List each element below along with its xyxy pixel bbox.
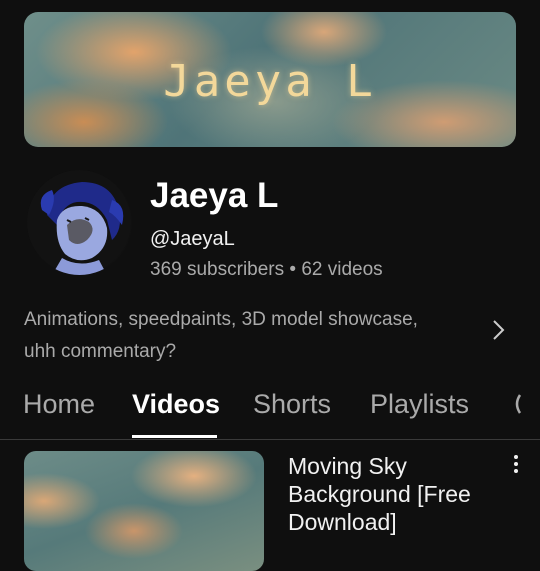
video-count: 62 videos: [301, 259, 383, 280]
stats-separator: •: [289, 259, 297, 280]
channel-stats: 369 subscribers • 62 videos: [150, 259, 383, 281]
channel-banner: Jaeya L: [24, 12, 516, 147]
banner-title: Jaeya L: [163, 56, 377, 107]
channel-name: Jaeya L: [150, 176, 279, 215]
partial-tab-glyph-icon: [515, 394, 522, 414]
tab-playlists[interactable]: Playlists: [370, 389, 469, 420]
chevron-right-icon[interactable]: [486, 316, 510, 344]
video-thumbnail[interactable]: [24, 451, 264, 571]
video-title[interactable]: Moving Sky Background [Free Download]: [288, 452, 493, 536]
channel-tabs: Home Videos Shorts Playlists: [0, 385, 540, 440]
subscriber-count: 369 subscribers: [150, 259, 285, 280]
tab-videos[interactable]: Videos: [132, 389, 220, 420]
channel-description[interactable]: Animations, speedpaints, 3D model showca…: [24, 304, 464, 368]
tab-home[interactable]: Home: [23, 389, 95, 420]
channel-handle: @JaeyaL: [150, 228, 235, 250]
active-tab-indicator: [132, 435, 217, 438]
description-line-2: uhh commentary?: [24, 341, 177, 362]
tab-shorts[interactable]: Shorts: [253, 389, 331, 420]
tab-more-partial[interactable]: [510, 389, 540, 426]
channel-avatar[interactable]: [27, 170, 132, 275]
avatar-image: [27, 170, 131, 275]
more-options-icon[interactable]: [510, 455, 522, 477]
description-line-1: Animations, speedpaints, 3D model showca…: [24, 309, 418, 330]
